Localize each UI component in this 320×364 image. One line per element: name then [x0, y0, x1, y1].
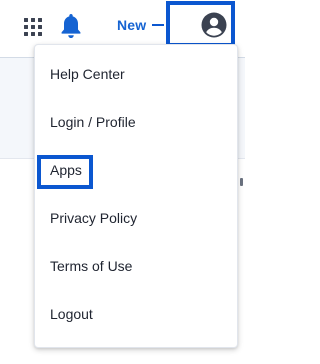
menu-item-login-profile[interactable]: Login / Profile: [35, 100, 237, 148]
new-button[interactable]: New: [117, 17, 146, 33]
grid-dot: [38, 25, 42, 29]
highlight-connector: [152, 24, 164, 26]
grid-dot: [24, 32, 28, 36]
grid-dot: [24, 25, 28, 29]
menu-item-terms-of-use[interactable]: Terms of Use: [35, 244, 237, 292]
menu-item-label: Help Center: [50, 66, 125, 82]
grid-dot: [38, 32, 42, 36]
bell-icon[interactable]: [59, 12, 83, 40]
profile-dropdown-menu: Help Center Login / Profile Apps Privacy…: [34, 44, 238, 348]
menu-item-label: Terms of Use: [50, 258, 133, 274]
grid-dot: [31, 18, 35, 22]
menu-item-help-center[interactable]: Help Center: [35, 52, 237, 100]
menu-item-privacy-policy[interactable]: Privacy Policy: [35, 196, 237, 244]
menu-item-label: Privacy Policy: [50, 210, 138, 226]
page-edge-marker: [240, 178, 243, 186]
grid-dot: [24, 18, 28, 22]
menu-item-label: Login / Profile: [50, 114, 136, 130]
apps-grid-icon[interactable]: [24, 18, 42, 36]
grid-dot: [38, 18, 42, 22]
account-circle-icon[interactable]: [200, 11, 228, 39]
menu-item-logout[interactable]: Logout: [35, 292, 237, 340]
menu-item-label: Logout: [50, 306, 93, 322]
apps-highlight-box: [37, 155, 93, 189]
grid-dot: [31, 32, 35, 36]
grid-dot: [31, 25, 35, 29]
